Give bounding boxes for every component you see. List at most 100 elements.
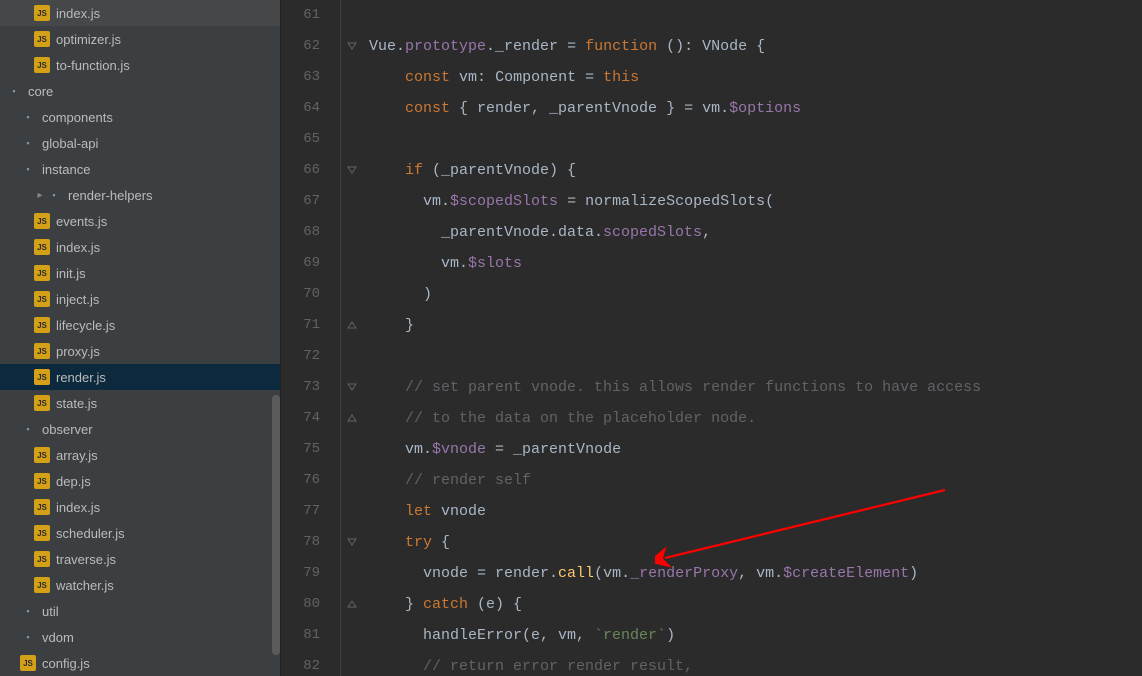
code-line[interactable]: if (_parentVnode) { <box>369 155 1142 186</box>
code-line[interactable] <box>369 0 1142 31</box>
js-file-icon: JS <box>34 239 50 255</box>
code-line[interactable]: vm.$vnode = _parentVnode <box>369 434 1142 465</box>
js-file-icon: JS <box>34 447 50 463</box>
tree-item-components[interactable]: ▪ components <box>0 104 280 130</box>
js-file-icon: JS <box>34 473 50 489</box>
tree-item-traverse-js[interactable]: JStraverse.js <box>0 546 280 572</box>
tree-item-vdom[interactable]: ▪vdom <box>0 624 280 650</box>
js-file-icon: JS <box>34 317 50 333</box>
tree-item-proxy-js[interactable]: JSproxy.js <box>0 338 280 364</box>
tree-item-label: index.js <box>56 240 100 255</box>
tree-item-inject-js[interactable]: JSinject.js <box>0 286 280 312</box>
code-line[interactable] <box>369 124 1142 155</box>
js-file-icon: JS <box>34 57 50 73</box>
tree-item-label: lifecycle.js <box>56 318 115 333</box>
code-line[interactable]: vnode = render.call(vm._renderProxy, vm.… <box>369 558 1142 589</box>
code-line[interactable] <box>369 341 1142 372</box>
tree-item-index-js[interactable]: JS index.js <box>0 234 280 260</box>
tree-item-label: render.js <box>56 370 106 385</box>
line-number: 76 <box>281 465 320 496</box>
fold-close-icon[interactable] <box>345 411 359 425</box>
tree-item-label: observer <box>42 422 93 437</box>
folder-icon: ▪ <box>46 187 62 203</box>
tree-item-state-js[interactable]: JSstate.js <box>0 390 280 416</box>
folder-icon: ▪ <box>20 109 36 125</box>
fold-open-icon[interactable] <box>345 380 359 394</box>
tree-item-label: render-helpers <box>68 188 153 203</box>
fold-gutter[interactable] <box>341 0 365 676</box>
line-number: 77 <box>281 496 320 527</box>
tree-item-observer[interactable]: ▪observer <box>0 416 280 442</box>
tree-item-watcher-js[interactable]: JSwatcher.js <box>0 572 280 598</box>
line-number: 65 <box>281 124 320 155</box>
tree-item-render-helpers[interactable]: ▸▪ render-helpers <box>0 182 280 208</box>
tree-item-array-js[interactable]: JS array.js <box>0 442 280 468</box>
tree-item-label: watcher.js <box>56 578 114 593</box>
tree-item-instance[interactable]: ▪ instance <box>0 156 280 182</box>
tree-item-label: array.js <box>56 448 98 463</box>
code-line[interactable]: vm.$slots <box>369 248 1142 279</box>
js-file-icon: JS <box>34 31 50 47</box>
tree-item-render-js[interactable]: JSrender.js <box>0 364 280 390</box>
code-line[interactable]: _parentVnode.data.scopedSlots, <box>369 217 1142 248</box>
tree-item-lifecycle-js[interactable]: JS lifecycle.js <box>0 312 280 338</box>
tree-item-label: core <box>28 84 53 99</box>
tree-item-util[interactable]: ▪util <box>0 598 280 624</box>
js-file-icon: JS <box>34 213 50 229</box>
js-file-icon: JS <box>34 5 50 21</box>
js-file-icon: JS <box>34 265 50 281</box>
fold-open-icon[interactable] <box>345 39 359 53</box>
code-line[interactable]: } <box>369 310 1142 341</box>
sidebar-scrollbar[interactable] <box>272 395 280 655</box>
code-line[interactable]: // to the data on the placeholder node. <box>369 403 1142 434</box>
code-line[interactable]: } catch (e) { <box>369 589 1142 620</box>
code-line[interactable]: // set parent vnode. this allows render … <box>369 372 1142 403</box>
line-number: 80 <box>281 589 320 620</box>
fold-close-icon[interactable] <box>345 318 359 332</box>
tree-item-label: init.js <box>56 266 86 281</box>
tree-item-config-js[interactable]: JSconfig.js <box>0 650 280 676</box>
tree-item-label: index.js <box>56 6 100 21</box>
code-line[interactable]: // return error render result, <box>369 651 1142 676</box>
tree-item-core[interactable]: ▪core <box>0 78 280 104</box>
code-line[interactable]: const { render, _parentVnode } = vm.$opt… <box>369 93 1142 124</box>
code-area[interactable]: Vue.prototype._render = function (): VNo… <box>365 0 1142 676</box>
tree-item-events-js[interactable]: JSevents.js <box>0 208 280 234</box>
file-tree-sidebar[interactable]: JS index.js JSoptimizer.jsJSto-function.js… <box>0 0 281 676</box>
code-line[interactable]: Vue.prototype._render = function (): VNo… <box>369 31 1142 62</box>
tree-item-label: inject.js <box>56 292 99 307</box>
chevron-right-icon[interactable]: ▸ <box>34 190 46 201</box>
code-editor[interactable]: 6162636465666768697071727374757677787980… <box>281 0 1142 676</box>
code-line[interactable]: try { <box>369 527 1142 558</box>
tree-item-index-js[interactable]: JSindex.js <box>0 494 280 520</box>
code-line[interactable]: let vnode <box>369 496 1142 527</box>
fold-open-icon[interactable] <box>345 163 359 177</box>
fold-open-icon[interactable] <box>345 535 359 549</box>
line-number: 75 <box>281 434 320 465</box>
line-number: 66 <box>281 155 320 186</box>
tree-item-label: index.js <box>56 500 100 515</box>
folder-icon: ▪ <box>20 629 36 645</box>
code-line[interactable]: handleError(e, vm, `render`) <box>369 620 1142 651</box>
tree-item-label: util <box>42 604 59 619</box>
tree-item-to-function-js[interactable]: JSto-function.js <box>0 52 280 78</box>
tree-item-index-js[interactable]: JS index.js <box>0 0 280 26</box>
code-line[interactable]: const vm: Component = this <box>369 62 1142 93</box>
code-line[interactable]: vm.$scopedSlots = normalizeScopedSlots( <box>369 186 1142 217</box>
line-number: 73 <box>281 372 320 403</box>
line-number: 68 <box>281 217 320 248</box>
tree-item-scheduler-js[interactable]: JSscheduler.js <box>0 520 280 546</box>
line-number: 61 <box>281 0 320 31</box>
line-number: 67 <box>281 186 320 217</box>
fold-close-icon[interactable] <box>345 597 359 611</box>
tree-item-label: instance <box>42 162 90 177</box>
line-number: 64 <box>281 93 320 124</box>
tree-item-init-js[interactable]: JS init.js <box>0 260 280 286</box>
folder-icon: ▪ <box>20 161 36 177</box>
tree-item-label: components <box>42 110 113 125</box>
code-line[interactable]: ) <box>369 279 1142 310</box>
code-line[interactable]: // render self <box>369 465 1142 496</box>
tree-item-dep-js[interactable]: JSdep.js <box>0 468 280 494</box>
tree-item-optimizer-js[interactable]: JSoptimizer.js <box>0 26 280 52</box>
tree-item-global-api[interactable]: ▪global-api <box>0 130 280 156</box>
